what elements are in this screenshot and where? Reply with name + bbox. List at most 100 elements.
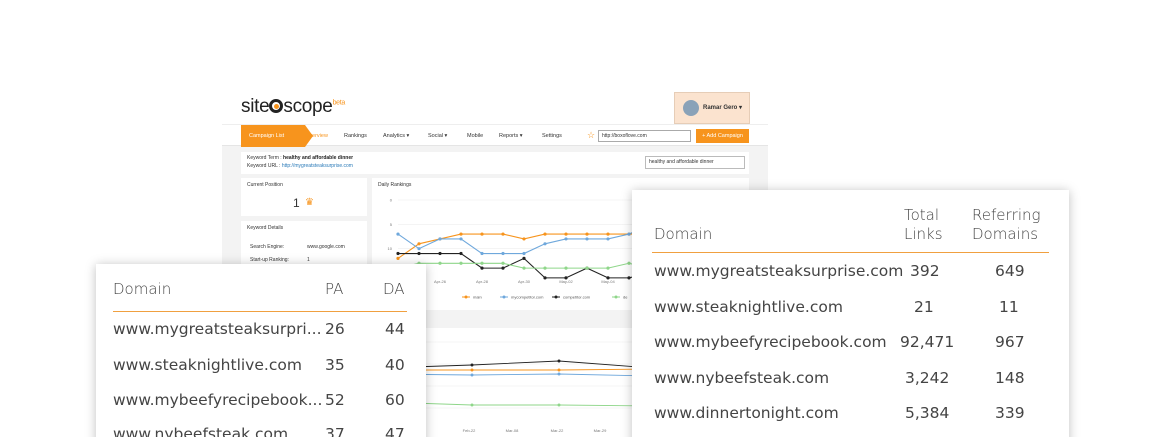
domain-cell: www.nybeefsteak.com: [113, 425, 289, 437]
y-tick-label: 0: [390, 198, 393, 203]
series-point: [396, 256, 400, 260]
series-point: [606, 276, 610, 280]
campaign-list-button[interactable]: Campaign List: [241, 125, 313, 147]
domain-cell: www.mygreatsteaksurpri...: [113, 320, 322, 338]
favorite-star-icon[interactable]: ☆: [587, 131, 595, 140]
pa-cell: 52: [325, 391, 345, 409]
trend-point: [557, 403, 561, 407]
series-point: [627, 232, 631, 236]
series-point: [522, 266, 526, 270]
series-point: [564, 276, 568, 280]
series-point: [438, 261, 442, 265]
legend-marker: [502, 295, 506, 299]
header-domain: Domain: [113, 280, 172, 298]
site-select[interactable]: http://boxoflove.com: [598, 130, 691, 142]
x-tick-label: Mar-08: [506, 428, 519, 433]
referring-cell: 967: [995, 333, 1025, 351]
header-da: DA: [383, 280, 405, 298]
pa-cell: 37: [325, 425, 345, 437]
domain-cell: www.nybeefsteak.com: [654, 369, 830, 387]
x-tick-label: Mar-29: [594, 428, 607, 433]
pa-cell: 35: [325, 356, 345, 374]
page-authority-table: Domain PA DA www.mygreatsteaksurpri... 2…: [96, 264, 426, 437]
domain-cell: www.mybeefyrecipebook...: [113, 391, 323, 409]
siteoscope-logo[interactable]: site scopebeta: [241, 96, 345, 118]
series-point: [543, 232, 547, 236]
x-tick-label: Apr-28: [476, 279, 489, 284]
trend-point: [557, 368, 561, 372]
app-header: site scopebeta Ramar Gero ▾: [222, 90, 768, 124]
series-point: [438, 237, 442, 241]
links-cell: 3,242: [905, 369, 950, 387]
keyword-url-link[interactable]: http://mygreatsteaksurprise.com: [282, 163, 353, 169]
series-point: [480, 232, 484, 236]
header-domain: Domain: [654, 225, 713, 243]
series-point: [606, 266, 610, 270]
series-point: [543, 276, 547, 280]
main-nav: Campaign List Overview Rankings Analytic…: [222, 124, 768, 147]
nav-social[interactable]: Social ▾: [428, 125, 447, 147]
search-engine-value: www.google.com: [307, 244, 345, 250]
series-point: [627, 276, 631, 280]
series-point: [543, 266, 547, 270]
series-point: [564, 232, 568, 236]
series-point: [459, 232, 463, 236]
links-cell: 92,471: [900, 333, 955, 351]
domain-cell: www.steaknightlive.com: [654, 298, 843, 316]
current-position-card: Current Position 1 ♛: [241, 178, 367, 216]
series-point: [522, 251, 526, 256]
pa-cell: 26: [325, 320, 345, 338]
nav-settings[interactable]: Settings: [542, 125, 562, 147]
series-point: [438, 251, 442, 256]
series-point: [501, 266, 505, 270]
trend-point: [470, 403, 474, 407]
legend-label: competitor.com: [563, 295, 591, 300]
series-point: [459, 261, 463, 265]
screen: site scopebeta Ramar Gero ▾ Campaign List…: [0, 0, 1166, 437]
startup-ranking-value: 1: [307, 257, 310, 263]
keyword-details-title: Keyword Details: [247, 225, 284, 231]
keyword-select[interactable]: healthy and affordable dinner: [645, 156, 745, 169]
crown-icon: ♛: [305, 197, 314, 208]
nav-analytics[interactable]: Analytics ▾: [383, 125, 409, 147]
series-point: [606, 237, 610, 241]
series-point: [585, 266, 589, 270]
series-point: [522, 237, 526, 241]
nav-reports[interactable]: Reports ▾: [499, 125, 523, 147]
x-tick-label: Apr-30: [518, 279, 531, 284]
x-tick-label: Feb-22: [463, 428, 476, 433]
keyword-term-line: Keyword Term : healthy and affordable di…: [247, 155, 353, 161]
keyword-term: healthy and affordable dinner: [283, 155, 354, 161]
series-point: [480, 261, 484, 265]
header-links: Links: [904, 225, 943, 243]
series-point: [627, 261, 631, 265]
da-cell: 47: [385, 425, 405, 437]
links-cell: 21: [914, 298, 934, 316]
x-tick-label: Mar-22: [551, 428, 564, 433]
backlinks-table: Domain Total Links Referring Domains www…: [632, 190, 1069, 437]
domain-cell: www.dinnertonight.com: [654, 404, 839, 422]
current-position-value: 1: [293, 196, 300, 210]
series-point: [606, 232, 610, 236]
links-cell: 392: [910, 262, 940, 280]
series-point: [417, 247, 421, 251]
keyword-panel: Keyword Term : healthy and affordable di…: [241, 152, 749, 174]
nav-rankings[interactable]: Rankings: [344, 125, 367, 147]
nav-mobile[interactable]: Mobile: [467, 125, 483, 147]
referring-cell: 339: [995, 404, 1025, 422]
links-cell: 5,384: [905, 404, 950, 422]
series-point: [564, 237, 568, 241]
series-point: [585, 237, 589, 241]
header-domains: Domains: [972, 225, 1039, 243]
add-campaign-button[interactable]: + Add Campaign: [696, 129, 749, 143]
y-tick-label: 5: [390, 222, 393, 227]
header-referring: Referring: [972, 206, 1041, 224]
trend-point: [470, 363, 474, 367]
legend-marker: [614, 295, 618, 299]
user-menu[interactable]: Ramar Gero ▾: [674, 92, 750, 124]
legend-label: mycompetitor.com: [511, 295, 544, 300]
domain-cell: www.steaknightlive.com: [113, 356, 302, 374]
domain-cell: www.mygreatsteaksurprise.com: [654, 262, 904, 280]
nav-overview[interactable]: Overview: [305, 125, 328, 147]
series-point: [501, 232, 505, 236]
